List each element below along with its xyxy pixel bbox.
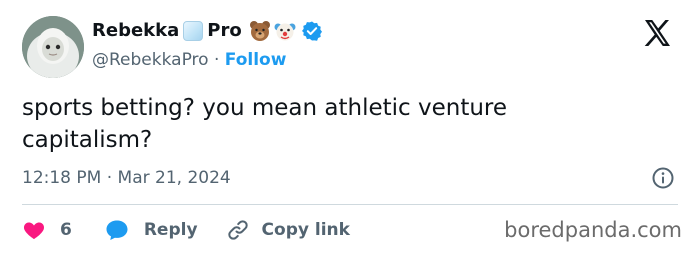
- author-handle[interactable]: @RebekkaPro: [92, 50, 209, 70]
- verified-badge-icon[interactable]: [301, 20, 323, 42]
- reply-bubble-icon: [106, 220, 128, 240]
- like-button[interactable]: 6: [22, 218, 72, 242]
- divider: [22, 204, 678, 205]
- watermark: boredpanda.com: [504, 218, 682, 242]
- author-display-name-prefix[interactable]: Rebekka: [92, 18, 179, 44]
- link-icon: [227, 220, 248, 240]
- handle-separator: ·: [213, 50, 225, 70]
- author-handle-row: @RebekkaPro · Follow: [92, 48, 286, 72]
- copy-link-button[interactable]: Copy link: [226, 218, 350, 242]
- bear-face-icon: [249, 21, 270, 41]
- copy-link-label: Copy link: [261, 220, 350, 240]
- x-logo-icon[interactable]: [642, 18, 672, 52]
- heart-icon: [23, 222, 45, 239]
- clown-face-icon: [274, 23, 296, 41]
- author-display-name-suffix[interactable]: Pro: [207, 18, 241, 44]
- reply-button[interactable]: Reply: [104, 218, 198, 242]
- action-bar: 6 Reply Copy link: [22, 216, 350, 244]
- reply-label: Reply: [143, 220, 198, 240]
- avatar[interactable]: [22, 16, 84, 78]
- author-name-row[interactable]: Rebekka Pro: [92, 18, 323, 44]
- follow-button[interactable]: Follow: [225, 50, 287, 70]
- timestamp-separator: ·: [106, 168, 118, 188]
- avatar-image: [22, 16, 84, 78]
- tweet-date[interactable]: Mar 21, 2024: [118, 168, 231, 188]
- info-icon[interactable]: [651, 166, 675, 194]
- like-count: 6: [60, 220, 72, 240]
- tweet-time[interactable]: 12:18 PM: [22, 168, 101, 188]
- tweet-timestamp[interactable]: 12:18 PM · Mar 21, 2024: [22, 166, 231, 190]
- ice-cube-icon: [183, 21, 204, 41]
- tweet-text: sports betting? you mean athletic ventur…: [22, 95, 508, 153]
